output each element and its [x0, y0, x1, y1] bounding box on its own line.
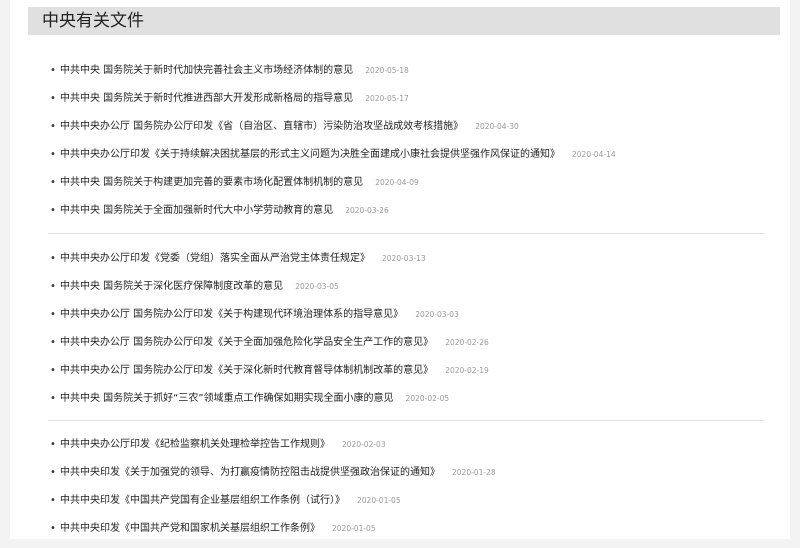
publish-date: 2020-01-28	[452, 468, 496, 477]
document-link[interactable]: 中共中央办公厅印发《党委（党组）落实全面从严治党主体责任规定》	[60, 253, 370, 264]
document-link[interactable]: 中共中央 国务院关于新时代推进西部大开发形成新格局的指导意见	[60, 93, 353, 104]
bullet-icon: •	[50, 149, 56, 160]
document-link[interactable]: 中共中央办公厅 国务院办公厅印发《关于深化新时代教育督导体制机制改革的意见》	[60, 365, 433, 376]
document-link[interactable]: 中共中央办公厅印发《关于持续解决困扰基层的形式主义问题为决胜全面建成小康社会提供…	[60, 149, 560, 160]
bullet-icon: •	[50, 281, 56, 292]
list-item[interactable]: • 中共中央 国务院关于新时代推进西部大开发形成新格局的指导意见 2020-05-1…	[50, 90, 770, 118]
bullet-icon: •	[50, 93, 56, 104]
document-link[interactable]: 中共中央办公厅印发《纪检监察机关处理检举控告工作规则》	[60, 439, 330, 450]
publish-date: 2020-02-26	[445, 338, 489, 347]
list-item[interactable]: • 中共中央办公厅印发《纪检监察机关处理检举控告工作规则》 2020-02-03	[50, 436, 770, 464]
section-title: 中央有关文件	[42, 11, 144, 31]
publish-date: 2020-04-30	[475, 122, 519, 131]
bullet-icon: •	[50, 523, 56, 534]
document-link[interactable]: 中共中央 国务院关于构建更加完善的要素市场化配置体制机制的意见	[60, 177, 363, 188]
bullet-icon: •	[50, 253, 56, 264]
document-link[interactable]: 中共中央印发《关于加强党的领导、为打赢疫情防控阻击战提供坚强政治保证的通知》	[60, 467, 440, 478]
publish-date: 2020-03-03	[415, 310, 459, 319]
bullet-icon: •	[50, 121, 56, 132]
publish-date: 2020-03-13	[382, 254, 426, 263]
list-item[interactable]: • 中共中央办公厅 国务院办公厅印发《关于全面加强危险化学品安全生产工作的意见》 2…	[50, 334, 770, 362]
bullet-icon: •	[50, 65, 56, 76]
document-list-group-3: • 中共中央办公厅印发《纪检监察机关处理检举控告工作规则》 2020-02-03 •…	[50, 436, 770, 548]
publish-date: 2020-01-05	[357, 496, 401, 505]
section-header: 中央有关文件	[28, 7, 780, 35]
group-divider	[48, 420, 764, 421]
list-item[interactable]: • 中共中央 国务院关于全面加强新时代大中小学劳动教育的意见 2020-03-26	[50, 202, 770, 230]
group-divider	[48, 233, 764, 234]
document-list-group-2: • 中共中央办公厅印发《党委（党组）落实全面从严治党主体责任规定》 2020-03-…	[50, 250, 770, 418]
publish-date: 2020-02-03	[342, 440, 386, 449]
document-link[interactable]: 中共中央印发《中国共产党和国家机关基层组织工作条例》	[60, 523, 320, 534]
document-link[interactable]: 中共中央 国务院关于全面加强新时代大中小学劳动教育的意见	[60, 205, 333, 216]
list-item[interactable]: • 中共中央 国务院关于构建更加完善的要素市场化配置体制机制的意见 2020-04-…	[50, 174, 770, 202]
bullet-icon: •	[50, 393, 56, 404]
publish-date: 2020-02-05	[405, 394, 450, 403]
list-item[interactable]: • 中共中央办公厅印发《关于持续解决困扰基层的形式主义问题为决胜全面建成小康社会提…	[50, 146, 770, 174]
bullet-icon: •	[50, 365, 56, 376]
document-list-group-1: • 中共中央 国务院关于新时代加快完善社会主义市场经济体制的意见 2020-05-1…	[50, 62, 770, 230]
document-link[interactable]: 中共中央 国务院关于深化医疗保障制度改革的意见	[60, 281, 283, 292]
bullet-icon: •	[50, 439, 56, 450]
publish-date: 2020-01-05	[332, 524, 376, 533]
list-item[interactable]: • 中共中央 国务院关于深化医疗保障制度改革的意见 2020-03-05	[50, 278, 770, 306]
list-item[interactable]: • 中共中央印发《关于加强党的领导、为打赢疫情防控阻击战提供坚强政治保证的通知》 2…	[50, 464, 770, 492]
bullet-icon: •	[50, 467, 56, 478]
list-item[interactable]: • 中共中央 国务院关于新时代加快完善社会主义市场经济体制的意见 2020-05-1…	[50, 62, 770, 90]
list-item[interactable]: • 中共中央印发《中国共产党和国家机关基层组织工作条例》 2020-01-05	[50, 520, 770, 548]
list-item[interactable]: • 中共中央办公厅 国务院办公厅印发《省（自治区、直辖市）污染防治攻坚战成效考核措…	[50, 118, 770, 146]
publish-date: 2020-05-18	[365, 66, 409, 75]
bullet-icon: •	[50, 309, 56, 320]
publish-date: 2020-03-05	[295, 282, 339, 291]
bullet-icon: •	[50, 177, 56, 188]
document-link[interactable]: 中共中央办公厅 国务院办公厅印发《省（自治区、直辖市）污染防治攻坚战成效考核措施…	[60, 121, 463, 132]
bullet-icon: •	[50, 337, 56, 348]
list-item[interactable]: • 中共中央办公厅印发《党委（党组）落实全面从严治党主体责任规定》 2020-03-…	[50, 250, 770, 278]
document-link[interactable]: 中共中央印发《中国共产党国有企业基层组织工作条例（试行）》	[60, 495, 345, 506]
publish-date: 2020-04-14	[572, 150, 616, 159]
publish-date: 2020-02-19	[445, 366, 489, 375]
document-link[interactable]: 中共中央 国务院关于新时代加快完善社会主义市场经济体制的意见	[60, 65, 353, 76]
list-item[interactable]: • 中共中央办公厅 国务院办公厅印发《关于深化新时代教育督导体制机制改革的意见》 2…	[50, 362, 770, 390]
document-link[interactable]: 中共中央办公厅 国务院办公厅印发《关于全面加强危险化学品安全生产工作的意见》	[60, 337, 433, 348]
list-item[interactable]: • 中共中央 国务院关于抓好“三农”领域重点工作确保如期实现全面小康的意见 2020…	[50, 390, 770, 418]
list-item[interactable]: • 中共中央印发《中国共产党国有企业基层组织工作条例（试行）》 2020-01-05	[50, 492, 770, 520]
publish-date: 2020-04-09	[375, 178, 419, 187]
publish-date: 2020-03-26	[345, 206, 389, 215]
bullet-icon: •	[50, 205, 56, 216]
document-link[interactable]: 中共中央 国务院关于抓好“三农”领域重点工作确保如期实现全面小康的意见	[60, 393, 394, 404]
bullet-icon: •	[50, 495, 56, 506]
publish-date: 2020-05-17	[365, 94, 409, 103]
list-item[interactable]: • 中共中央办公厅 国务院办公厅印发《关于构建现代环境治理体系的指导意见》 2020…	[50, 306, 770, 334]
document-link[interactable]: 中共中央办公厅 国务院办公厅印发《关于构建现代环境治理体系的指导意见》	[60, 309, 403, 320]
